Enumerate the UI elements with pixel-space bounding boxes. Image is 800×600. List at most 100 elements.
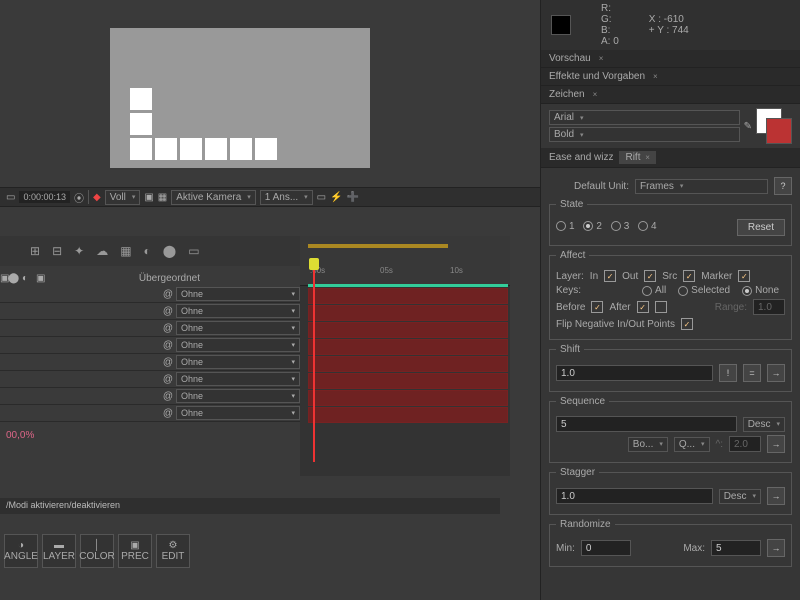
seq-bo-dropdown[interactable]: Bo... <box>628 437 668 452</box>
tool-icon[interactable]: ▦ <box>120 244 131 258</box>
keys-selected-radio[interactable]: Selected <box>678 285 730 296</box>
shift-go-button[interactable]: → <box>767 364 785 382</box>
composition-viewer[interactable] <box>110 28 370 168</box>
close-icon[interactable]: × <box>599 54 604 63</box>
eq-button[interactable]: = <box>743 364 761 382</box>
parent-pickwhip-icon[interactable]: @ <box>160 289 176 300</box>
parent-pickwhip-icon[interactable]: @ <box>160 374 176 385</box>
font-weight-dropdown[interactable]: Bold <box>549 127 740 142</box>
parent-dropdown[interactable]: Ohne <box>176 287 300 301</box>
min-input[interactable] <box>581 540 631 556</box>
before-checkbox[interactable] <box>591 301 603 313</box>
layer-bar[interactable] <box>308 373 508 389</box>
shift-input[interactable] <box>556 365 713 381</box>
snapshot-icon[interactable]: ⦿ <box>74 190 84 205</box>
stagger-go-button[interactable]: → <box>767 487 785 505</box>
timeline[interactable]: :00s 05s 10s <box>300 236 510 476</box>
parent-pickwhip-icon[interactable]: @ <box>160 391 176 402</box>
pixel-icon[interactable]: ▭ <box>317 192 326 203</box>
tool-icon[interactable]: ⊞ <box>30 244 40 258</box>
tab-vorschau[interactable]: Vorschau× <box>541 50 800 68</box>
close-icon[interactable]: × <box>645 153 650 162</box>
stagger-input[interactable] <box>556 488 713 504</box>
stagger-order-dropdown[interactable]: Desc <box>719 489 761 504</box>
close-icon[interactable]: × <box>593 90 598 99</box>
state-2-radio[interactable]: 2 <box>583 221 602 232</box>
layer-row[interactable]: @Ohne <box>0 286 300 303</box>
tab-effekte[interactable]: Effekte und Vorgaben× <box>541 68 800 86</box>
tab-rift[interactable]: Rift × <box>619 151 655 164</box>
layer-row[interactable]: @Ohne <box>0 303 300 320</box>
seq-order-dropdown[interactable]: Desc <box>743 417 785 432</box>
in-checkbox[interactable] <box>604 270 616 282</box>
parent-dropdown[interactable]: Ohne <box>176 338 300 352</box>
rand-go-button[interactable]: → <box>767 539 785 557</box>
work-area-bar[interactable] <box>308 244 448 248</box>
parent-pickwhip-icon[interactable]: @ <box>160 306 176 317</box>
parent-dropdown[interactable]: Ohne <box>176 389 300 403</box>
tool-icon[interactable]: ⬤ <box>163 244 176 258</box>
keys-none-radio[interactable]: None <box>742 285 779 296</box>
camera-dropdown[interactable]: Aktive Kamera <box>171 190 256 205</box>
edit-tool[interactable]: ⚙EDIT <box>156 534 190 568</box>
prec-tool[interactable]: ▣PREC <box>118 534 152 568</box>
magnify-icon[interactable]: ▭ <box>6 192 15 203</box>
parent-dropdown[interactable]: Ohne <box>176 355 300 369</box>
seq-q-dropdown[interactable]: Q... <box>674 437 710 452</box>
src-checkbox[interactable] <box>683 270 695 282</box>
font-family-dropdown[interactable]: Arial <box>549 110 740 125</box>
parent-dropdown[interactable]: Ohne <box>176 372 300 386</box>
layer-bar[interactable] <box>308 356 508 372</box>
parent-dropdown[interactable]: Ohne <box>176 321 300 335</box>
tool-icon[interactable]: ✦ <box>74 244 84 258</box>
layer-bar[interactable] <box>308 407 508 423</box>
out-checkbox[interactable] <box>644 270 656 282</box>
resolution-dropdown[interactable]: Voll <box>105 190 141 205</box>
tab-ease-and-wizz[interactable]: Ease and wizz <box>549 152 613 163</box>
layer-bar[interactable] <box>308 339 508 355</box>
time-ruler[interactable]: :00s 05s 10s <box>300 236 510 286</box>
sequence-input[interactable] <box>556 416 737 432</box>
parent-pickwhip-icon[interactable]: @ <box>160 357 176 368</box>
parent-dropdown[interactable]: Ohne <box>176 304 300 318</box>
layer-row[interactable]: @Ohne <box>0 388 300 405</box>
layer-row[interactable]: @Ohne <box>0 354 300 371</box>
layer-row[interactable]: @Ohne <box>0 337 300 354</box>
tool-icon[interactable]: ▭ <box>188 244 199 258</box>
region-icon[interactable]: ▣ <box>144 192 153 203</box>
layer-row[interactable]: @Ohne <box>0 320 300 337</box>
flip-checkbox[interactable] <box>681 318 693 330</box>
excl-button[interactable]: ! <box>719 364 737 382</box>
layer-bar[interactable] <box>308 322 508 338</box>
unit-dropdown[interactable]: Frames <box>635 179 768 194</box>
plus-icon[interactable]: ➕ <box>347 192 359 203</box>
state-4-radio[interactable]: 4 <box>638 221 657 232</box>
keys-all-radio[interactable]: All <box>642 285 666 296</box>
tab-zeichen[interactable]: Zeichen× <box>541 86 800 104</box>
state-1-radio[interactable]: 1 <box>556 221 575 232</box>
layer-bar[interactable] <box>308 390 508 406</box>
color-tool[interactable]: │COLOR <box>80 534 114 568</box>
marker-checkbox[interactable] <box>738 270 750 282</box>
channel-icon[interactable]: ◆ <box>93 192 101 203</box>
close-icon[interactable]: × <box>653 72 658 81</box>
parent-pickwhip-icon[interactable]: @ <box>160 323 176 334</box>
parent-pickwhip-icon[interactable]: @ <box>160 408 176 419</box>
reset-button[interactable]: Reset <box>737 219 785 236</box>
eyedropper-icon[interactable]: ✎ <box>744 121 752 132</box>
tool-icon[interactable]: ◐ <box>144 244 151 258</box>
extra-checkbox[interactable] <box>655 301 667 313</box>
layer-tool[interactable]: ▬LAYER <box>42 534 76 568</box>
fast-icon[interactable]: ⚡ <box>330 192 342 203</box>
layer-bar[interactable] <box>308 288 508 304</box>
parent-pickwhip-icon[interactable]: @ <box>160 340 176 351</box>
parent-dropdown[interactable]: Ohne <box>176 406 300 420</box>
angle-tool[interactable]: ◑ANGLE <box>4 534 38 568</box>
after-checkbox[interactable] <box>637 301 649 313</box>
help-button[interactable]: ? <box>774 177 792 195</box>
tool-icon[interactable]: ☁ <box>96 244 108 258</box>
views-dropdown[interactable]: 1 Ans... <box>260 190 313 205</box>
tool-icon[interactable]: ⊟ <box>52 244 62 258</box>
state-3-radio[interactable]: 3 <box>611 221 630 232</box>
layer-row[interactable]: @Ohne <box>0 405 300 422</box>
